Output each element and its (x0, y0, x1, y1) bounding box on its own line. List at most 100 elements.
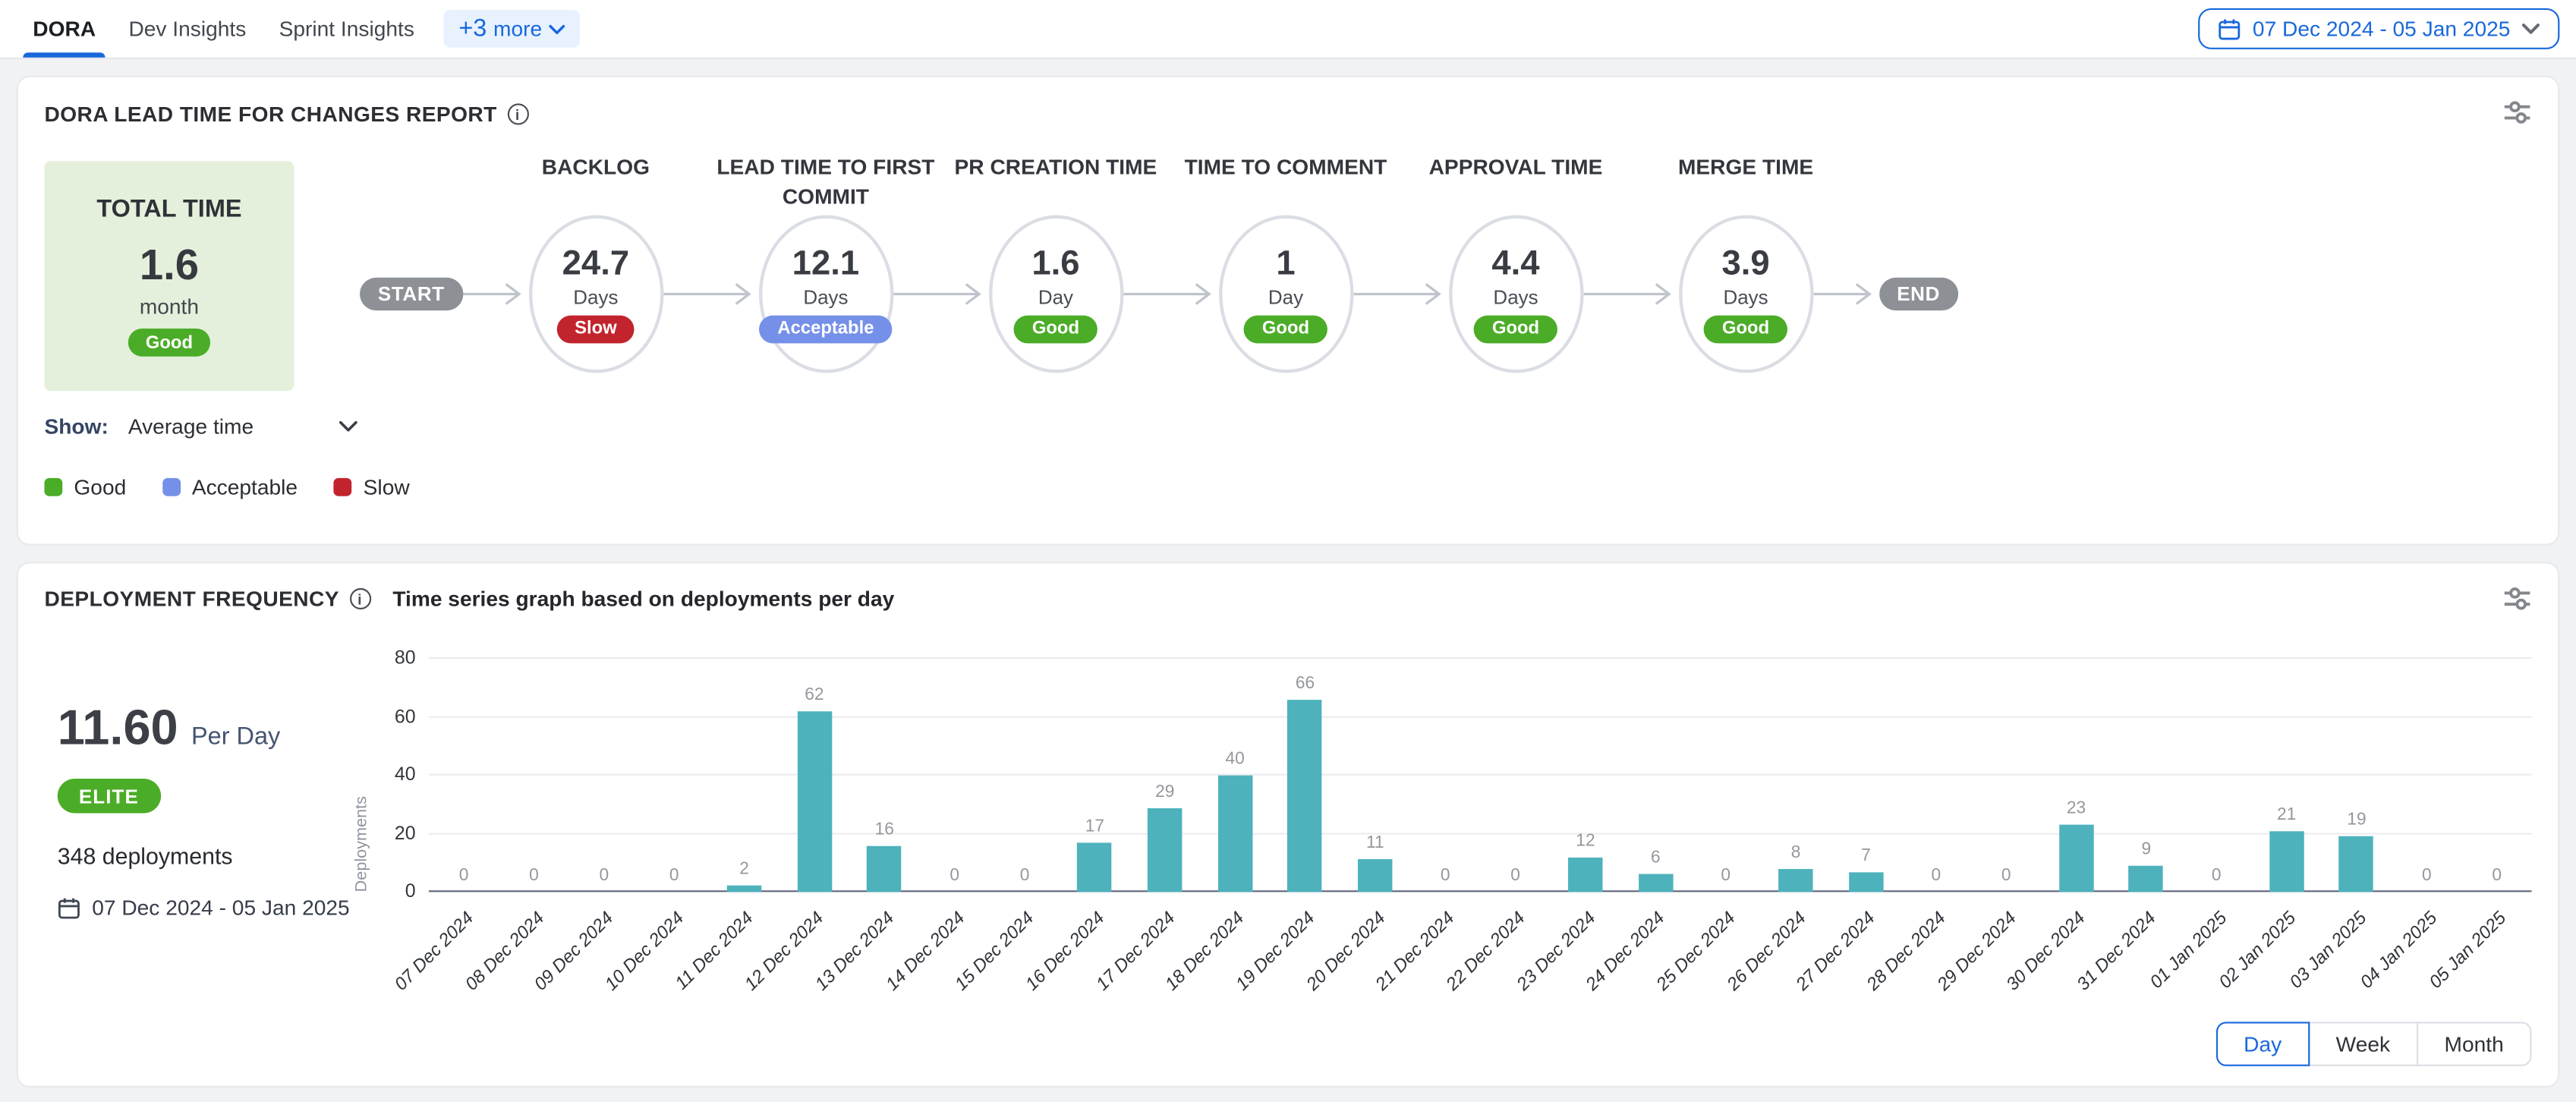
total-time-status-badge: Good (128, 329, 211, 357)
total-time-value: 1.6 (140, 240, 199, 291)
bar-slot: 008 Dec 2024 (499, 659, 568, 892)
bar-slot: 211 Dec 2024 (709, 659, 779, 892)
show-row: Show: Average time (44, 414, 2531, 438)
more-tabs-label: more (493, 17, 542, 41)
deployment-bar (1217, 776, 1252, 893)
total-time-unit: month (140, 294, 199, 318)
bar-slot: 025 Dec 2024 (1691, 659, 1761, 892)
date-range-value: 07 Dec 2024 - 05 Jan 2025 (2253, 17, 2510, 41)
show-label: Show: (44, 414, 108, 438)
bar-slot: 1716 Dec 2024 (1060, 659, 1129, 892)
bar-value-label: 0 (600, 866, 609, 886)
bar-slot: 1120 Dec 2024 (1340, 659, 1410, 892)
deployment-frequency-card: DEPLOYMENT FREQUENCY i Time series graph… (17, 562, 2560, 1088)
granularity-month-button[interactable]: Month (2417, 1022, 2532, 1066)
more-tabs-count: +3 (458, 17, 487, 41)
legend-label: Acceptable (192, 475, 298, 499)
bar-value-label: 0 (1020, 866, 1030, 886)
filter-sliders-icon[interactable] (2504, 100, 2532, 124)
granularity-week-button[interactable]: Week (2308, 1022, 2418, 1066)
filter-sliders-icon[interactable] (2504, 587, 2532, 611)
bar-slot: 028 Dec 2024 (1901, 659, 1971, 892)
deployment-title-text: DEPLOYMENT FREQUENCY (44, 587, 339, 611)
bar-slot: 931 Dec 2024 (2112, 659, 2181, 892)
top-tab-bar: DORA Dev Insights Sprint Insights +3 mor… (0, 0, 2576, 59)
deployment-bar (868, 845, 902, 892)
bar-value-label: 17 (1085, 816, 1104, 836)
flow-stage: BACKLOG24.7DaysSlow (528, 216, 663, 373)
deployment-bar (1639, 874, 1673, 892)
bar-slot: 022 Dec 2024 (1480, 659, 1550, 892)
lead-time-card: DORA LEAD TIME FOR CHANGES REPORT i TOTA… (17, 76, 2560, 546)
bar-slot: 2917 Dec 2024 (1130, 659, 1200, 892)
flow-arrow-icon (1583, 279, 1679, 309)
tab-dora[interactable]: DORA (17, 0, 112, 58)
legend-item: Acceptable (162, 475, 298, 499)
flow-arrow-icon (1353, 279, 1449, 309)
bar-slot: 6619 Dec 2024 (1270, 659, 1340, 892)
stage-title: BACKLOG (471, 153, 720, 181)
deployment-bar (1288, 700, 1322, 893)
bar-value-label: 2 (739, 860, 749, 880)
flow-stage: LEAD TIME TO FIRST COMMIT12.1DaysAccepta… (758, 216, 893, 373)
legend-swatch (162, 478, 181, 496)
stage-circle: 1.6DayGood (988, 216, 1123, 373)
deployment-bar (727, 886, 761, 893)
granularity-day-button[interactable]: Day (2215, 1022, 2310, 1066)
deployment-date-range-value: 07 Dec 2024 - 05 Jan 2025 (92, 896, 349, 920)
tab-sprint-insights[interactable]: Sprint Insights (263, 0, 431, 58)
dashboard: DORA Dev Insights Sprint Insights +3 mor… (0, 0, 2576, 1102)
stage-unit: Day (1268, 285, 1303, 308)
deployment-bar (2059, 825, 2093, 892)
deployment-date-range: 07 Dec 2024 - 05 Jan 2025 (58, 896, 350, 920)
legend-label: Good (74, 475, 126, 499)
stage-status-badge: Good (1474, 315, 1557, 343)
y-axis-title: Deployments (353, 659, 371, 892)
date-range-picker[interactable]: 07 Dec 2024 - 05 Jan 2025 (2198, 8, 2559, 49)
bar-value-label: 0 (2422, 866, 2432, 886)
bar-value-label: 0 (1441, 866, 1450, 886)
bar-value-label: 0 (529, 866, 539, 886)
stage-unit: Days (573, 285, 618, 308)
bar-value-label: 21 (2277, 804, 2296, 824)
flow-end-node: END (1878, 278, 1957, 310)
stage-circle: 12.1DaysAcceptable (758, 216, 893, 373)
info-icon[interactable]: i (349, 588, 370, 609)
bar-value-label: 0 (2492, 866, 2502, 886)
bar-value-label: 0 (669, 866, 679, 886)
bar-slot: 010 Dec 2024 (639, 659, 709, 892)
tab-dev-insights[interactable]: Dev Insights (112, 0, 263, 58)
lead-time-card-title: DORA LEAD TIME FOR CHANGES REPORT i (44, 102, 527, 126)
deployment-bar (1358, 860, 1392, 892)
stage-value: 1 (1276, 245, 1295, 283)
bar-slots: 007 Dec 2024008 Dec 2024009 Dec 2024010 … (429, 659, 2532, 892)
y-axis-tick: 0 (370, 882, 416, 902)
stage-unit: Days (1723, 285, 1768, 308)
bar-value-label: 0 (2212, 866, 2222, 886)
more-tabs-button[interactable]: +3 more (444, 10, 580, 48)
legend-item: Slow (334, 475, 410, 499)
show-metric-dropdown[interactable]: Average time (128, 414, 359, 438)
stage-title: LEAD TIME TO FIRST COMMIT (701, 153, 950, 210)
deployments-bar-chart: Deployments 020406080007 Dec 2024008 Dec… (429, 659, 2532, 892)
performance-tier-badge: ELITE (58, 779, 160, 813)
bar-value-label: 16 (875, 819, 894, 839)
deployment-bar (1078, 842, 1112, 892)
bar-value-label: 0 (1510, 866, 1520, 886)
info-icon[interactable]: i (507, 103, 528, 124)
bar-value-label: 0 (1721, 866, 1730, 886)
flow-arrow-icon (1813, 279, 1879, 309)
flow-arrow-icon (893, 279, 989, 309)
granularity-toggle: DayWeekMonth (2215, 1022, 2531, 1066)
bar-value-label: 11 (1366, 833, 1384, 853)
bar-value-label: 40 (1225, 749, 1244, 769)
bar-slot: 2330 Dec 2024 (2041, 659, 2111, 892)
show-metric-value: Average time (128, 414, 254, 438)
bar-slot: 004 Jan 2025 (2392, 659, 2461, 892)
flow-arrow-icon (663, 279, 759, 309)
stage-title: APPROVAL TIME (1391, 153, 1641, 181)
rate-value: 11.60 (58, 701, 178, 757)
deployment-bar (797, 711, 831, 892)
bar-value-label: 9 (2142, 839, 2152, 859)
chevron-down-icon (339, 420, 359, 432)
